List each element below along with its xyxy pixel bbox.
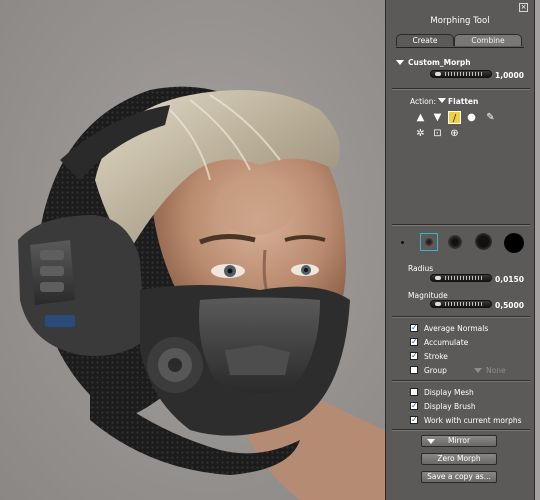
head-with-mask-render	[18, 86, 385, 500]
group-dropdown-icon[interactable]	[474, 368, 482, 373]
action-selected[interactable]: Flatten	[448, 97, 478, 106]
divider	[392, 88, 530, 90]
flatten-icon[interactable]: /	[448, 111, 461, 124]
mirror-label: Mirror	[447, 436, 471, 445]
display-mesh-checkbox[interactable]	[410, 388, 418, 396]
window-edge	[535, 0, 540, 500]
restore-icon[interactable]: ✎	[484, 111, 497, 124]
save-copy-button[interactable]: Save a copy as...	[421, 471, 497, 483]
panel-title: Morphing Tool	[430, 16, 490, 26]
brush-size-5[interactable]	[504, 233, 524, 253]
tab-create[interactable]: Create	[396, 34, 454, 46]
brush-size-2-selected[interactable]	[420, 233, 438, 251]
push-icon[interactable]: ▲	[414, 111, 427, 124]
group-label: Group	[424, 366, 447, 375]
morph-name: Custom_Morph	[408, 58, 471, 67]
tab-combine[interactable]: Combine	[454, 34, 522, 46]
divider	[392, 429, 530, 431]
pull-icon[interactable]: ▼	[431, 111, 444, 124]
stroke-checkbox[interactable]: ✓	[410, 352, 418, 360]
brush-size-1[interactable]	[401, 241, 404, 244]
work-with-current-morphs-label: Work with current morphs	[424, 416, 522, 425]
close-icon[interactable]: ×	[519, 3, 528, 12]
divider	[392, 380, 530, 382]
action-label: Action:	[410, 97, 437, 106]
pinch-icon[interactable]: ⊡	[431, 127, 444, 140]
magnify-icon[interactable]: ⊕	[448, 127, 461, 140]
display-brush-label: Display Brush	[424, 402, 476, 411]
group-checkbox[interactable]	[410, 366, 418, 374]
average-normals-label: Average Normals	[424, 324, 489, 333]
divider	[392, 224, 530, 226]
mirror-dropdown-icon	[427, 439, 435, 444]
morph-value[interactable]: 1,0000	[495, 71, 524, 80]
radius-value[interactable]: 0,0150	[495, 275, 524, 284]
magnitude-dial[interactable]	[430, 300, 492, 308]
radius-dial[interactable]	[430, 274, 492, 282]
morph-expand-icon[interactable]	[396, 60, 404, 65]
mirror-button[interactable]: Mirror	[421, 435, 497, 447]
morphing-tool-panel: × Morphing Tool Create Combine Custom_Mo…	[385, 0, 535, 500]
accumulate-checkbox[interactable]: ✓	[410, 338, 418, 346]
brush-size-4[interactable]	[475, 233, 492, 250]
display-mesh-label: Display Mesh	[424, 388, 474, 397]
3d-viewport[interactable]	[0, 0, 385, 500]
smooth-icon[interactable]: ●	[465, 111, 478, 124]
average-normals-checkbox[interactable]: ✓	[410, 324, 418, 332]
morph-value-dial[interactable]	[430, 70, 492, 78]
zero-morph-button[interactable]: Zero Morph	[421, 453, 497, 465]
group-value[interactable]: None	[486, 366, 506, 375]
tab-bar: Create Combine	[396, 34, 524, 48]
stroke-label: Stroke	[424, 352, 448, 361]
radius-label: Radius	[408, 264, 434, 273]
work-with-current-morphs-checkbox[interactable]: ✓	[410, 416, 418, 424]
display-brush-checkbox[interactable]: ✓	[410, 402, 418, 410]
tack-icon[interactable]: ✲	[414, 127, 427, 140]
magnitude-value[interactable]: 0,5000	[495, 301, 524, 310]
action-dropdown-icon[interactable]	[438, 98, 446, 103]
accumulate-label: Accumulate	[424, 338, 469, 347]
brush-size-3[interactable]	[448, 235, 462, 249]
divider	[392, 316, 530, 318]
magnitude-label: Magnitude	[408, 291, 448, 300]
